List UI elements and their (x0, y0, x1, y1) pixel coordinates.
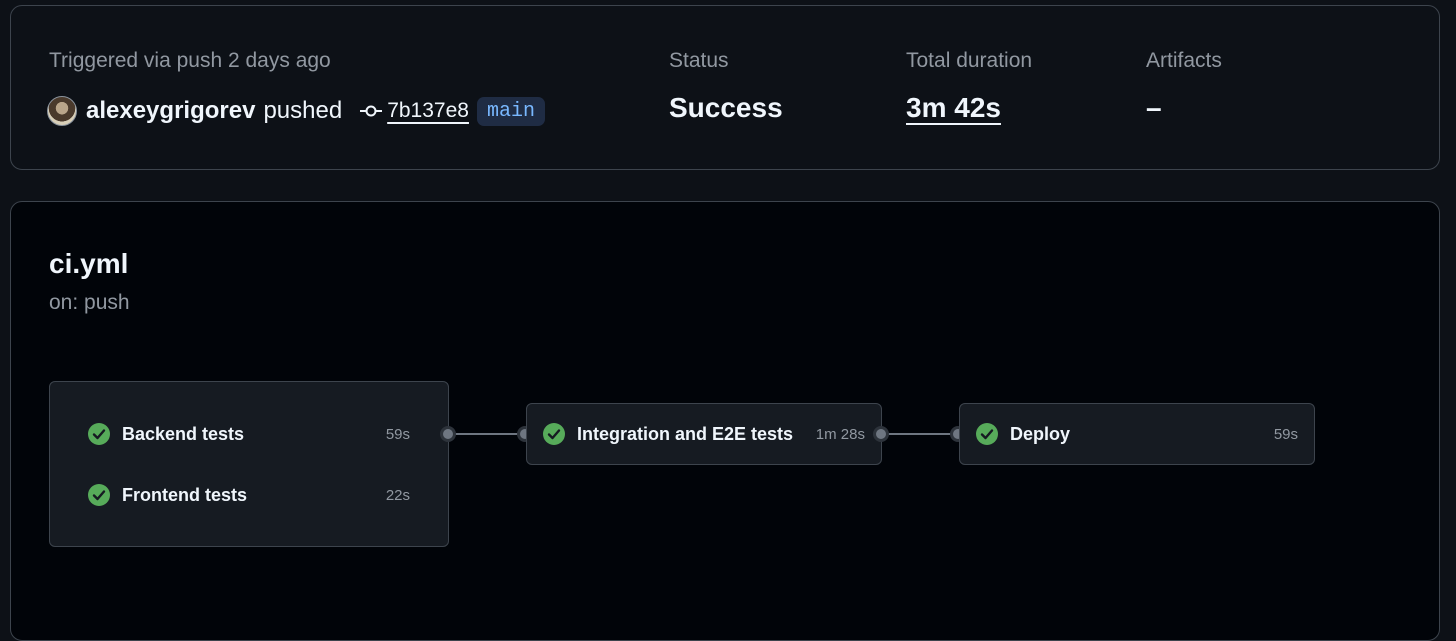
action-text: pushed (263, 97, 343, 124)
job-deploy[interactable]: Deploy 59s (976, 419, 1298, 449)
status-label: Status (669, 49, 729, 72)
job-duration: 59s (385, 425, 410, 443)
job-name: Backend tests (122, 423, 245, 444)
branch-badge[interactable]: main (476, 96, 545, 126)
job-integration-e2e-tests[interactable]: Integration and E2E tests 1m 28s (543, 419, 865, 449)
check-circle-icon (976, 423, 998, 445)
check-circle-icon (88, 423, 110, 445)
job-duration: 22s (385, 486, 410, 504)
commit-sha-link[interactable]: 7b137e8 (387, 99, 469, 123)
job-name: Deploy (1010, 423, 1071, 444)
trigger-row: alexeygrigorev pushed 7b137e8 main (47, 93, 545, 129)
trigger-text: Triggered via push 2 days ago (49, 49, 331, 72)
workflow-graph: ci.yml on: push Backend tests 59s Fronte… (10, 201, 1440, 641)
job-name: Frontend tests (122, 484, 248, 505)
run-summary: Triggered via push 2 days ago alexeygrig… (10, 5, 1440, 170)
workflow-name[interactable]: ci.yml (49, 248, 128, 280)
connector-dot (440, 426, 456, 442)
duration-link[interactable]: 3m 42s (906, 92, 1001, 124)
actor-link[interactable]: alexeygrigorev (86, 97, 255, 125)
duration-label: Total duration (906, 49, 1033, 72)
artifacts-value: – (1146, 92, 1162, 123)
artifacts-label: Artifacts (1146, 49, 1222, 72)
workflow-trigger: on: push (49, 291, 130, 314)
job-name: Integration and E2E tests (577, 423, 794, 444)
job-duration: 59s (1273, 425, 1298, 443)
connector-dot (873, 426, 889, 442)
job-group-tests: Backend tests 59s Frontend tests 22s (49, 381, 449, 547)
avatar[interactable] (47, 96, 77, 126)
check-circle-icon (88, 484, 110, 506)
job-frontend-tests[interactable]: Frontend tests 22s (88, 480, 410, 510)
check-circle-icon (543, 423, 565, 445)
job-connector (449, 433, 526, 435)
job-group-integration: Integration and E2E tests 1m 28s (526, 403, 882, 465)
status-value: Success (669, 92, 783, 123)
git-commit-icon (360, 105, 383, 117)
job-connector (882, 433, 959, 435)
job-duration: 1m 28s (815, 425, 865, 443)
job-group-deploy: Deploy 59s (959, 403, 1315, 465)
job-backend-tests[interactable]: Backend tests 59s (88, 419, 410, 449)
